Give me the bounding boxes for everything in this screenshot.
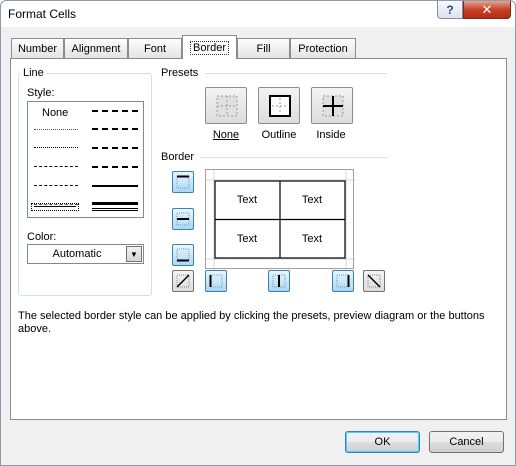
line-style-list[interactable]: None	[27, 101, 144, 218]
border-inside-horizontal-icon	[176, 212, 190, 226]
tab-protection[interactable]: Protection	[290, 38, 356, 58]
line-style-dash-dot[interactable]	[34, 185, 78, 186]
style-label: Style:	[27, 87, 55, 99]
help-icon: ?	[446, 2, 454, 17]
title-bar: Format Cells ? ✕	[1, 1, 515, 27]
line-style-medium-dash-dot[interactable]	[92, 147, 138, 149]
line-style-slant-dash-dot[interactable]	[92, 128, 138, 130]
border-diagonal-up-button[interactable]	[172, 270, 194, 292]
border-separator	[200, 157, 387, 158]
diagonal-down-icon	[367, 274, 381, 288]
preview-cell-text: Text	[236, 194, 258, 206]
line-style-thick[interactable]	[92, 202, 138, 205]
line-style-hair[interactable]	[34, 129, 78, 130]
border-top-icon	[176, 175, 190, 189]
format-cells-dialog: Format Cells ? ✕ Number Alignment Font B…	[0, 0, 516, 466]
border-bottom-icon	[176, 248, 190, 262]
preset-inside-icon	[322, 95, 344, 117]
ok-button[interactable]: OK	[345, 431, 420, 453]
border-top-button[interactable]	[172, 171, 194, 193]
close-icon: ✕	[481, 1, 493, 17]
preset-none-label: None	[212, 129, 240, 141]
line-group-label: Line	[21, 67, 46, 79]
preview-cell-text: Text	[236, 233, 258, 245]
line-style-thin-selected[interactable]	[31, 203, 79, 211]
line-style-dash-dot-dot[interactable]	[34, 166, 78, 167]
border-inside-horizontal-button[interactable]	[172, 208, 194, 230]
preset-inside-label: Inside	[316, 129, 346, 141]
tab-font[interactable]: Font	[128, 38, 182, 58]
color-dropdown[interactable]: Automatic ▼	[27, 244, 144, 264]
border-label: Border	[161, 151, 195, 163]
presets-label: Presets	[161, 67, 199, 79]
border-diagonal-down-button[interactable]	[363, 270, 385, 292]
diagonal-up-icon	[176, 274, 190, 288]
line-style-double[interactable]	[92, 208, 138, 211]
border-bottom-button[interactable]	[172, 244, 194, 266]
line-style-medium-dashed[interactable]	[92, 166, 138, 168]
window-title: Format Cells	[8, 7, 77, 21]
border-preview-diagram[interactable]: Text Text Text Text	[205, 169, 355, 270]
help-button[interactable]: ?	[437, 1, 463, 19]
description-text: The selected border style can be applied…	[18, 310, 485, 335]
preset-outline-icon	[269, 95, 291, 117]
tab-alignment[interactable]: Alignment	[64, 38, 128, 58]
preview-grid	[206, 170, 355, 270]
line-style-medium[interactable]	[92, 185, 138, 187]
tab-fill[interactable]: Fill	[237, 38, 290, 58]
border-right-button[interactable]	[332, 270, 354, 292]
cancel-button[interactable]: Cancel	[429, 431, 504, 453]
preset-none-button[interactable]	[205, 87, 247, 124]
preset-outline-button[interactable]	[258, 87, 300, 124]
close-button[interactable]: ✕	[463, 1, 511, 19]
presets-separator	[205, 73, 387, 74]
line-style-medium-dash-dot-dot[interactable]	[92, 110, 138, 112]
tab-border[interactable]: Border	[182, 35, 237, 59]
tab-number[interactable]: Number	[11, 38, 64, 58]
preset-outline-label: Outline	[261, 129, 297, 141]
line-style-dotted[interactable]	[34, 147, 78, 148]
border-left-button[interactable]	[205, 270, 227, 292]
line-style-none[interactable]: None	[42, 107, 68, 119]
chevron-down-icon[interactable]: ▼	[126, 246, 142, 262]
border-right-icon	[336, 274, 350, 288]
preset-none-icon	[216, 95, 238, 117]
border-left-icon	[209, 274, 223, 288]
border-inside-vertical-icon	[272, 274, 286, 288]
preview-cell-text: Text	[301, 233, 323, 245]
preset-inside-button[interactable]	[311, 87, 353, 124]
color-value: Automatic	[52, 248, 102, 260]
preview-cell-text: Text	[301, 194, 323, 206]
border-inside-vertical-button[interactable]	[268, 270, 290, 292]
color-label: Color:	[27, 231, 57, 243]
